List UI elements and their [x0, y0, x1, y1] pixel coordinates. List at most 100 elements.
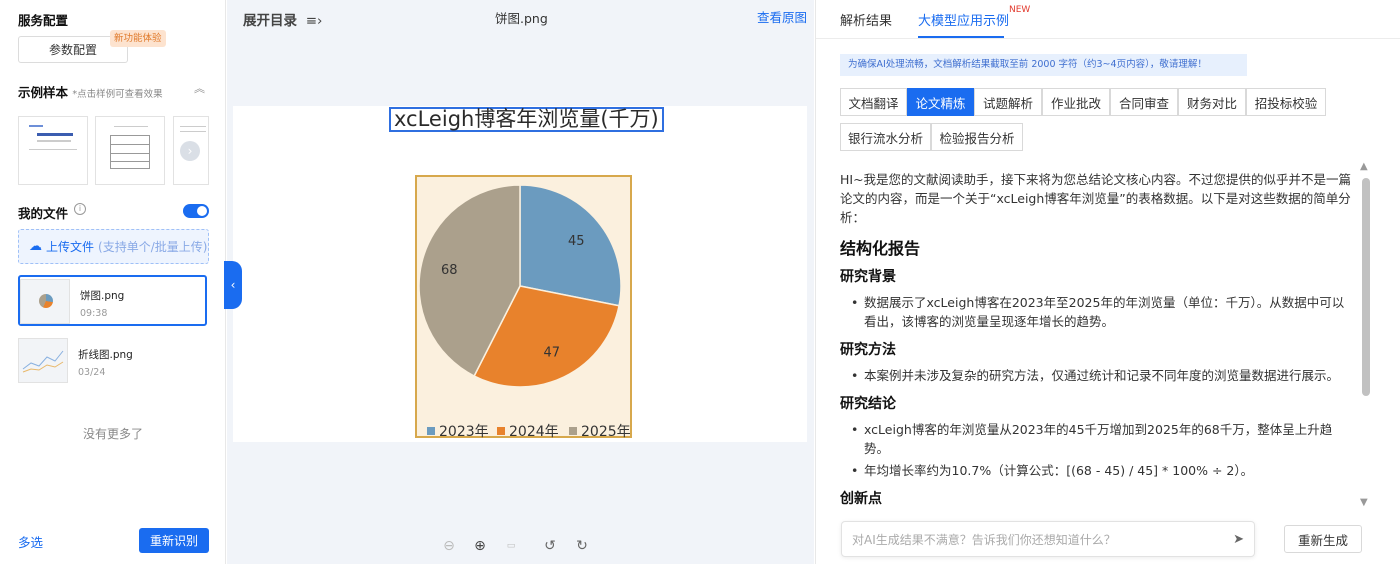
scroll-up-icon[interactable]: ▲	[1360, 161, 1368, 172]
my-files-toggle[interactable]	[183, 204, 209, 218]
thumb-line	[29, 149, 77, 150]
section-item: xcLeigh博客的年浏览量从2023年的45千万增加到2025年的68千万，整…	[848, 420, 1355, 458]
toc-toggle[interactable]: 展开目录 ≡›	[243, 9, 322, 29]
my-files-title: 我的文件	[18, 206, 69, 221]
fit-page-icon[interactable]: ▭	[501, 536, 521, 556]
legend-swatch	[569, 427, 577, 435]
active-tab-indicator	[918, 36, 1004, 38]
section-item: 本案例并未涉及复杂的研究方法，仅通过统计和记录不同年度的浏览量数据进行展示。	[848, 366, 1355, 385]
list-expand-icon: ≡›	[305, 13, 323, 29]
thumb-line	[114, 126, 148, 127]
report-title: 结构化报告	[840, 239, 921, 258]
file-date: 09:38	[80, 308, 108, 319]
thumb-line	[37, 133, 73, 136]
section-title: 研究方法	[840, 342, 896, 358]
thumb-line	[110, 161, 150, 162]
service-config-title: 服务配置	[18, 13, 69, 28]
upload-sub-label: (支持单个/批量上传)	[98, 240, 208, 254]
legend-label: 2023年	[439, 424, 489, 440]
preview-panel: 展开目录 ≡› 饼图.png 查看原图 xcLeigh博客年浏览量(千万) 45…	[227, 0, 814, 564]
file-name: 折线图.png	[78, 349, 133, 361]
pie-data-label: 68	[441, 263, 458, 278]
section-list: 本案例并未涉及复杂的研究方法，仅通过统计和记录不同年度的浏览量数据进行展示。	[840, 366, 1355, 385]
section-item: 数据展示了xcLeigh博客在2023年至2025年的年浏览量（单位：千万）。从…	[848, 293, 1355, 331]
info-icon[interactable]: i	[74, 203, 86, 215]
legend-label: 2025年	[581, 424, 631, 440]
thumb-table	[110, 135, 150, 169]
category-finance-compare[interactable]: 财务对比	[1178, 88, 1246, 116]
legend-swatch	[497, 427, 505, 435]
new-badge: NEW	[1009, 5, 1031, 15]
scroll-down-icon[interactable]: ▼	[1360, 497, 1368, 508]
chevron-right-icon[interactable]: ›	[180, 141, 200, 161]
result-content: HI~我是您的文献阅读助手，接下来将为您总结论文核心内容。不过您提供的似乎并不是…	[840, 170, 1355, 512]
feedback-placeholder: 对AI生成结果不满意？告诉我们你还想知道什么？	[852, 532, 1116, 547]
toc-label: 展开目录	[243, 13, 297, 29]
sample-thumb-1[interactable]	[18, 116, 88, 185]
regenerate-button[interactable]: 重新生成	[1284, 525, 1362, 553]
category-bid-check[interactable]: 招投标校验	[1246, 88, 1326, 116]
collapse-samples-icon[interactable]: ︽	[194, 80, 205, 96]
category-exam-analysis[interactable]: 试题解析	[974, 88, 1042, 116]
file-thumbnail	[20, 279, 70, 324]
view-original-link[interactable]: 查看原图	[757, 7, 807, 26]
rotate-left-icon[interactable]: ↺	[540, 536, 560, 556]
cloud-upload-icon: ☁	[29, 239, 42, 254]
file-item-active[interactable]: 饼图.png 09:38	[18, 275, 207, 326]
chart-frame: 45 47 68 2023年 2024年 2025年	[415, 175, 632, 441]
section-title: 研究背景	[840, 269, 896, 285]
section-item: 年均增长率约为10.7%（计算公式：[(68 - 45) / 45] * 100…	[848, 461, 1355, 480]
file-thumbnail	[18, 338, 68, 383]
tab-parse-result[interactable]: 解析结果	[840, 10, 892, 29]
category-homework-grading[interactable]: 作业批改	[1042, 88, 1110, 116]
thumb-line	[29, 125, 43, 127]
tab-divider	[816, 38, 1400, 39]
pie-data-label: 47	[543, 345, 560, 360]
scrollbar-thumb[interactable]	[1362, 178, 1370, 396]
result-panel: 解析结果 大模型应用示例 NEW 为确保AI处理流畅，文档解析结果截取至前 20…	[815, 0, 1400, 564]
category-doc-translate[interactable]: 文档翻译	[840, 88, 907, 116]
no-more-label: 没有更多了	[82, 427, 143, 441]
upload-area[interactable]: ☁ 上传文件 (支持单个/批量上传)	[18, 229, 209, 264]
collapse-panel-handle[interactable]: ‹	[224, 261, 242, 309]
left-panel: 服务配置 参数配置 新功能体验 示例样本 *点击样例可查看效果 ︽ › 我的文件…	[0, 0, 226, 564]
thumb-line	[110, 144, 150, 145]
section-title: 创新点	[840, 491, 882, 507]
chart-title: xcLeigh博客年浏览量(千万)	[389, 107, 664, 132]
category-contract-review[interactable]: 合同审查	[1110, 88, 1178, 116]
preview-file-name: 饼图.png	[495, 11, 548, 26]
file-date: 03/24	[78, 367, 106, 378]
reidentify-button[interactable]: 重新识别	[139, 528, 209, 553]
section-title: 研究结论	[840, 396, 896, 412]
category-paper-refine[interactable]: 论文精炼	[907, 88, 974, 116]
notice-banner: 为确保AI处理流畅，文档解析结果截取至前 2000 字符（约3~4页内容），敬请…	[840, 54, 1247, 76]
sample-thumb-2[interactable]	[95, 116, 165, 185]
samples-title-text: 示例样本	[18, 85, 69, 100]
zoom-toolbar: ⊖ ⊕ ▭ ↺ ↻	[439, 536, 592, 556]
file-item[interactable]: 折线图.png 03/24	[18, 336, 207, 387]
legend-swatch	[427, 427, 435, 435]
multi-select-link[interactable]: 多选	[18, 532, 43, 551]
category-bank-statement[interactable]: 银行流水分析	[840, 123, 931, 151]
intro-paragraph: HI~我是您的文献阅读助手，接下来将为您总结论文核心内容。不过您提供的似乎并不是…	[840, 172, 1352, 225]
thumb-line	[180, 131, 206, 132]
legend-label: 2024年	[509, 424, 559, 440]
upload-label: 上传文件	[46, 240, 95, 254]
thumb-line	[110, 153, 150, 154]
thumb-line	[180, 126, 206, 127]
rotate-right-icon[interactable]: ↻	[572, 536, 592, 556]
section-list: 数据展示了xcLeigh博客在2023年至2025年的年浏览量（单位：千万）。从…	[840, 293, 1355, 331]
category-inspection-report[interactable]: 检验报告分析	[931, 123, 1023, 151]
pie-chart: 45 47 68	[418, 184, 622, 388]
feedback-input[interactable]: 对AI生成结果不满意？告诉我们你还想知道什么？ ➤	[841, 521, 1255, 557]
thumb-line	[37, 140, 71, 142]
zoom-out-icon[interactable]: ⊖	[439, 536, 459, 556]
legend-item-2024: 2024年	[497, 421, 559, 441]
image-preview: xcLeigh博客年浏览量(千万) 45 47 68 2023年 2024年 202…	[233, 106, 807, 442]
tab-llm-examples[interactable]: 大模型应用示例	[918, 10, 1009, 29]
send-icon[interactable]: ➤	[1233, 532, 1244, 547]
zoom-in-icon[interactable]: ⊕	[470, 536, 490, 556]
new-feature-tag: 新功能体验	[110, 30, 166, 47]
samples-title: 示例样本 *点击样例可查看效果	[18, 82, 163, 101]
file-name: 饼图.png	[80, 290, 125, 302]
